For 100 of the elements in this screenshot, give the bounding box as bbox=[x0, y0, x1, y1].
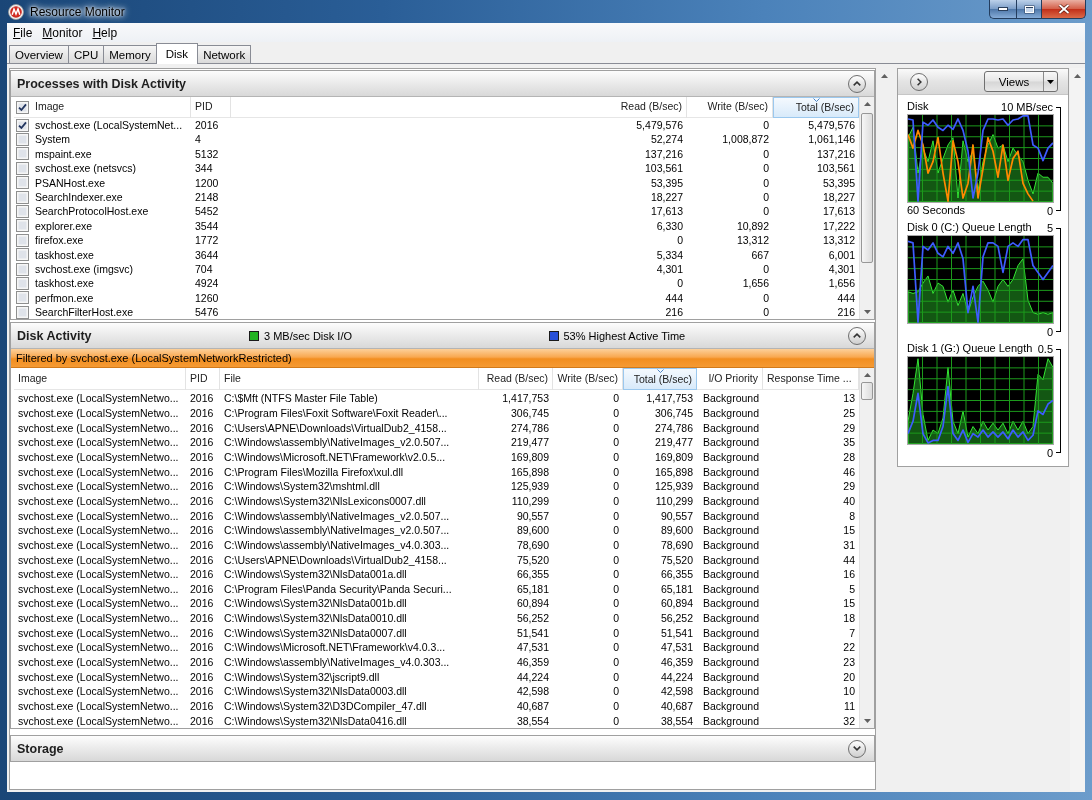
column-header[interactable]: PID bbox=[186, 368, 220, 391]
checkbox[interactable] bbox=[16, 190, 29, 204]
legend-label: 53% Highest Active Time bbox=[563, 329, 686, 342]
table-cell-text: 0 bbox=[762, 118, 770, 133]
checkbox[interactable] bbox=[16, 133, 29, 147]
checkbox[interactable] bbox=[16, 176, 29, 190]
minimize-icon bbox=[998, 7, 1008, 11]
table-cell-text: 51,541 bbox=[659, 625, 694, 641]
column-header[interactable]: Read (B/sec) bbox=[479, 368, 553, 391]
checkbox[interactable] bbox=[16, 219, 29, 233]
table-cell-text: 44,224 bbox=[659, 669, 694, 685]
arrow-up-icon[interactable] bbox=[863, 373, 871, 378]
section-title: Storage bbox=[17, 741, 64, 756]
table-cell-text: 7 bbox=[848, 625, 856, 641]
arrow-up-icon[interactable] bbox=[881, 74, 888, 78]
checkbox[interactable] bbox=[16, 205, 29, 219]
table-cell-text: 306,745 bbox=[510, 406, 550, 421]
arrow-down-icon[interactable] bbox=[863, 719, 871, 724]
table-cell-text: 53,395 bbox=[649, 175, 684, 190]
scrollbar-thumb[interactable] bbox=[861, 382, 873, 401]
table-cell-text: firefox.exe bbox=[34, 233, 85, 248]
collapse-button[interactable] bbox=[848, 74, 866, 93]
table-cell-text: 11 bbox=[843, 698, 856, 714]
table-cell-text: Background bbox=[701, 508, 760, 524]
table-cell-text: C:\Program Files\Mozilla Firefox\xul.dll bbox=[223, 464, 405, 480]
checkbox[interactable] bbox=[16, 277, 29, 290]
checkbox[interactable] bbox=[16, 262, 29, 276]
menu-item[interactable]: Help bbox=[87, 24, 123, 41]
table-cell-text: 23 bbox=[842, 655, 856, 670]
table-cell-text: svchost.exe (LocalSystemNetwo... bbox=[17, 611, 180, 626]
table-cell-text: 165,898 bbox=[510, 464, 550, 480]
arrow-up-icon[interactable] bbox=[1074, 74, 1081, 78]
table-cell-text: 66,355 bbox=[659, 567, 694, 582]
table-cell-text: 0 bbox=[612, 435, 620, 451]
table-cell-text: Background bbox=[701, 479, 760, 494]
table-cell-text: C:\Windows\System32\NlsData001a.dll bbox=[223, 567, 408, 582]
table-cell-text: SearchFilterHost.exe bbox=[34, 305, 135, 320]
table-cell-text: svchost.exe (LocalSystemNetwo... bbox=[17, 596, 180, 612]
table-cell-text: 2016 bbox=[189, 450, 215, 465]
chart-title: Disk 1 (G:) Queue Length bbox=[907, 341, 1033, 356]
table-cell-text: 2148 bbox=[194, 189, 220, 205]
table-cell-text: 2016 bbox=[189, 391, 215, 407]
table-cell-text: Background bbox=[701, 655, 760, 670]
column-header[interactable]: I/O Priority bbox=[697, 368, 763, 391]
table-cell-text: 0 bbox=[676, 276, 684, 291]
table-cell-text: C:\Windows\assembly\NativeImages_v2.0.507... bbox=[223, 435, 451, 451]
tab[interactable]: Memory bbox=[103, 45, 157, 63]
menu-item[interactable]: File bbox=[8, 24, 38, 41]
column-header[interactable]: PID bbox=[191, 97, 231, 118]
column-header[interactable]: File bbox=[220, 368, 479, 391]
tab[interactable]: Overview bbox=[9, 45, 69, 63]
table-cell-text: 0 bbox=[762, 189, 770, 205]
checkbox[interactable] bbox=[16, 161, 29, 175]
views-button[interactable]: Views bbox=[984, 71, 1058, 92]
table-cell-text: C:\Windows\System32\D3DCompiler_47.dll bbox=[223, 698, 428, 714]
window-title: Resource Monitor bbox=[29, 4, 126, 19]
table-cell-text: 0 bbox=[762, 161, 770, 176]
arrow-down-icon[interactable] bbox=[863, 310, 871, 315]
checkbox[interactable] bbox=[16, 147, 29, 161]
chevron-down-icon bbox=[853, 746, 861, 752]
menu-item[interactable]: Monitor bbox=[37, 24, 88, 41]
table-cell-text: 0 bbox=[762, 305, 770, 320]
tab[interactable]: Disk bbox=[155, 43, 199, 64]
table-cell-text: 2016 bbox=[189, 523, 215, 538]
column-header[interactable]: Image bbox=[14, 368, 186, 391]
table-cell-text: 5476 bbox=[194, 305, 220, 320]
table-cell-text: 2016 bbox=[189, 508, 215, 524]
table-cell-text: 274,786 bbox=[654, 420, 694, 436]
checkbox[interactable] bbox=[16, 305, 29, 319]
table-cell-text: svchost.exe (LocalSystemNetwo... bbox=[17, 537, 180, 553]
scrollbar[interactable] bbox=[859, 97, 874, 320]
table-cell-text: 13,312 bbox=[821, 233, 856, 248]
table-cell-text: svchost.exe (LocalSystemNetwo... bbox=[17, 581, 180, 597]
table-cell-text: C:\Windows\System32\NlsData001b.dll bbox=[223, 596, 408, 612]
maximize-button[interactable] bbox=[1016, 0, 1042, 19]
table-cell-text: taskhost.exe bbox=[34, 276, 95, 291]
checkbox[interactable] bbox=[16, 248, 29, 262]
tab[interactable]: Network bbox=[197, 45, 252, 63]
checkbox[interactable] bbox=[16, 291, 29, 305]
column-header[interactable]: Read (B/sec) bbox=[231, 97, 687, 118]
expand-button[interactable] bbox=[848, 739, 866, 758]
minimize-button[interactable] bbox=[989, 0, 1016, 19]
table-cell-text: 65,181 bbox=[659, 581, 694, 597]
collapse-button[interactable] bbox=[848, 326, 866, 345]
table-cell-text: C:\Windows\assembly\NativeImages_v4.0.303... bbox=[223, 537, 451, 553]
table-cell-text: 22 bbox=[842, 640, 856, 655]
checkbox[interactable] bbox=[16, 233, 29, 247]
collapse-panel-button[interactable] bbox=[910, 72, 928, 91]
table-cell-text: 2016 bbox=[189, 420, 215, 436]
arrow-up-icon[interactable] bbox=[863, 102, 871, 106]
column-header[interactable]: Total (B/sec) bbox=[623, 368, 697, 391]
checkbox[interactable] bbox=[16, 101, 29, 114]
table-cell-text: 25 bbox=[842, 406, 856, 421]
table-cell-text: Background bbox=[701, 698, 760, 714]
scrollbar-thumb[interactable] bbox=[861, 113, 873, 263]
column-header[interactable]: Image bbox=[31, 97, 191, 118]
scrollbar[interactable] bbox=[859, 368, 874, 729]
checkbox[interactable] bbox=[16, 118, 29, 132]
column-header[interactable]: Total (B/sec) bbox=[773, 97, 859, 118]
close-button[interactable] bbox=[1042, 0, 1086, 19]
